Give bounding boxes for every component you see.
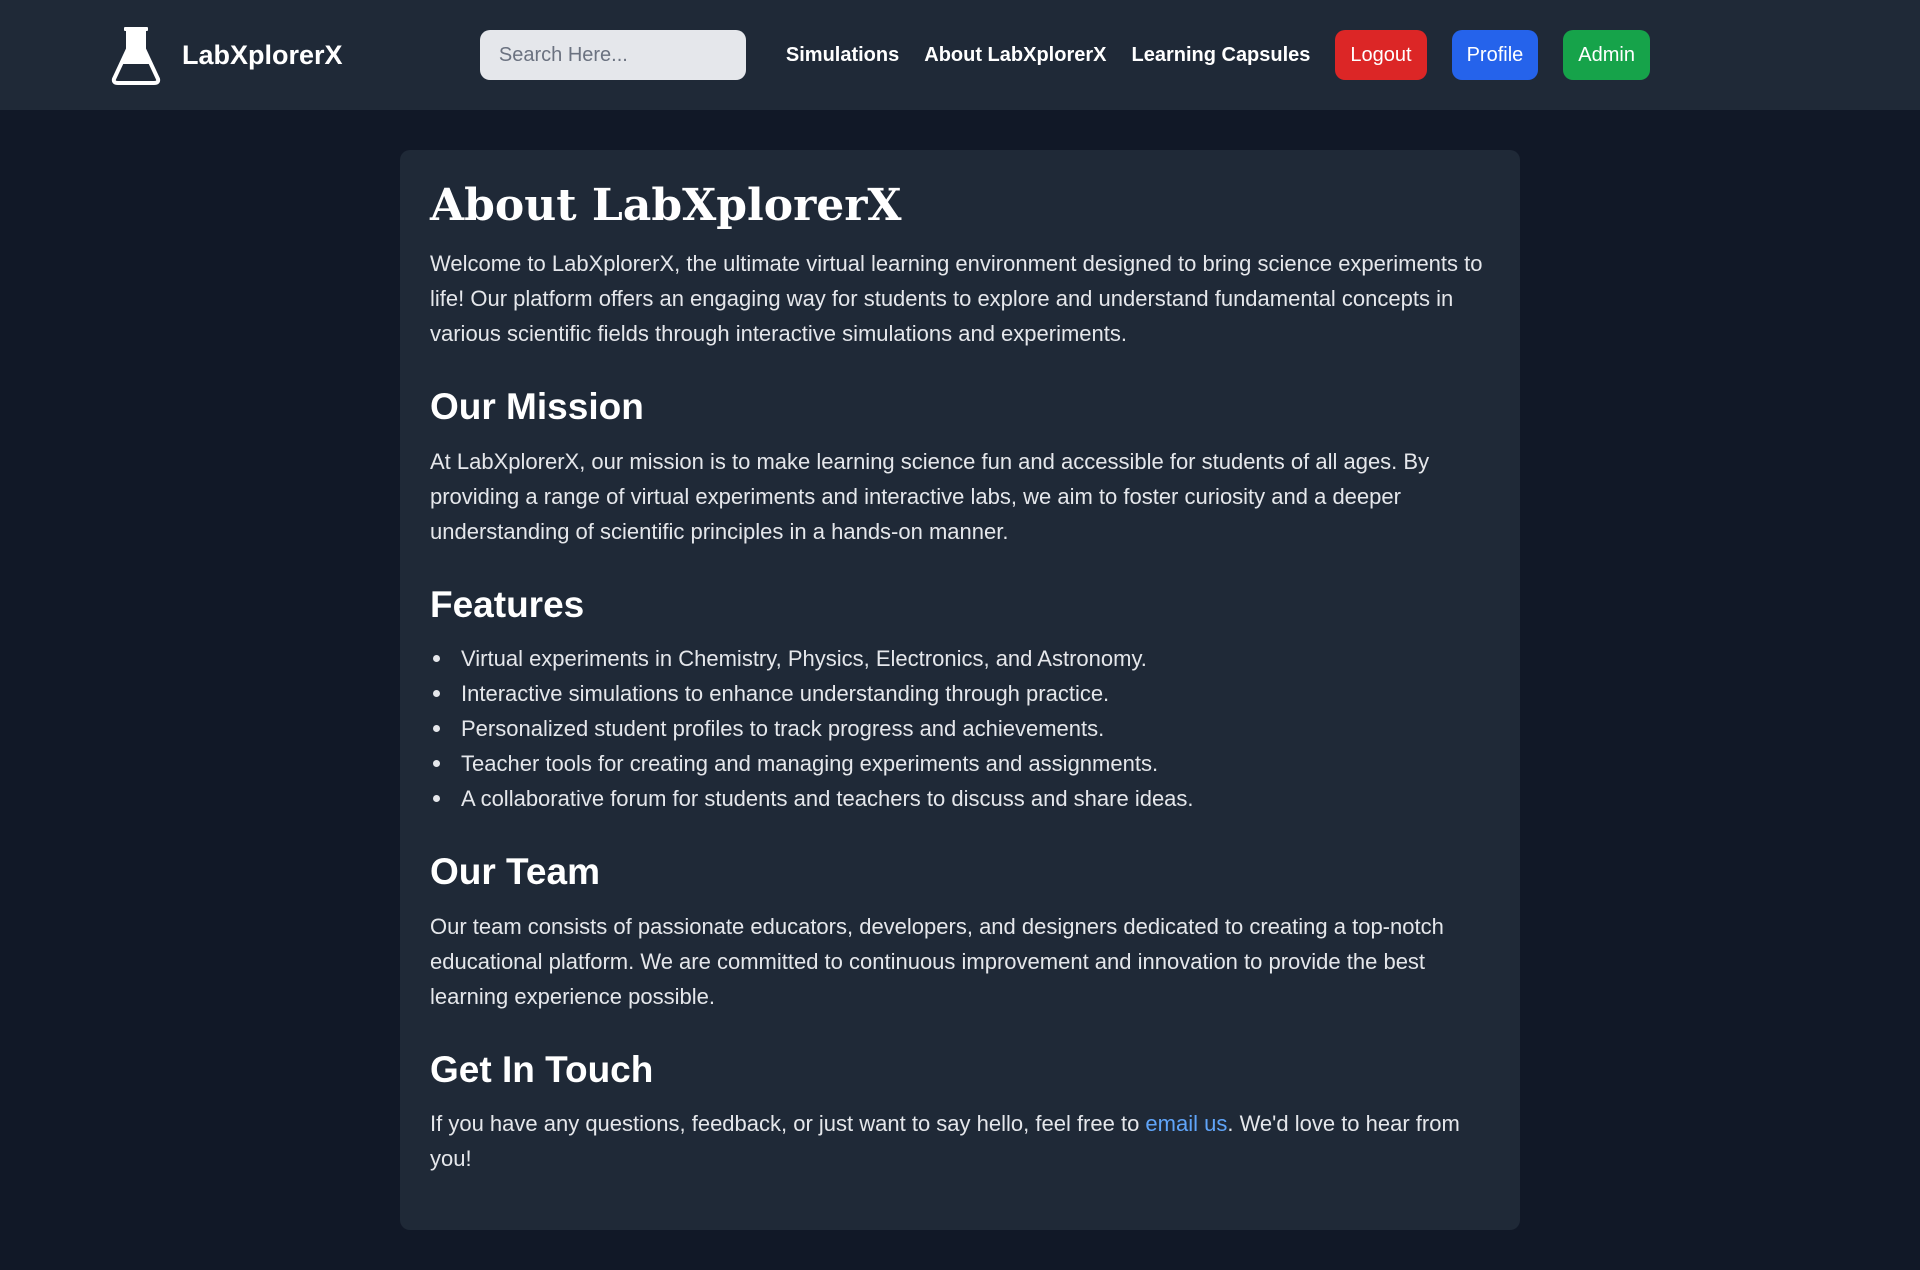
features-heading: Features	[430, 583, 585, 625]
list-item: Virtual experiments in Chemistry, Physic…	[430, 641, 1490, 676]
mission-heading: Our Mission	[430, 386, 644, 428]
contact-text: If you have any questions, feedback, or …	[430, 1106, 1490, 1176]
nav-link-learning-capsules[interactable]: Learning Capsules	[1131, 44, 1310, 67]
intro-text: Welcome to LabXplorerX, the ultimate vir…	[430, 251, 1483, 347]
flask-icon	[111, 27, 161, 85]
team-heading: Our Team	[430, 851, 600, 893]
nav-right: Simulations About LabXplorerX Learning C…	[479, 30, 1650, 80]
logout-button[interactable]: Logout	[1335, 30, 1427, 80]
search-input[interactable]	[498, 43, 764, 67]
page-title: About LabXplorerX	[430, 180, 902, 231]
list-item: Personalized student profiles to track p…	[430, 711, 1490, 746]
contact-heading: Get In Touch	[430, 1048, 654, 1090]
search-box	[479, 30, 764, 80]
nav-link-about[interactable]: About LabXplorerX	[924, 44, 1106, 67]
about-card: About LabXplorerX Welcome to LabXplorerX…	[400, 150, 1520, 1230]
admin-button[interactable]: Admin	[1563, 30, 1650, 80]
brand-name: LabXplorerX	[182, 39, 343, 70]
mission-text: At LabXplorerX, our mission is to make l…	[430, 448, 1430, 544]
team-text: Our team consists of passionate educator…	[430, 913, 1444, 1009]
features-list: Virtual experiments in Chemistry, Physic…	[430, 641, 1490, 816]
nav-link-simulations[interactable]: Simulations	[786, 44, 899, 67]
brand[interactable]: LabXplorerX	[110, 25, 343, 85]
email-link[interactable]: email us	[1145, 1111, 1227, 1136]
contact-text-before: If you have any questions, feedback, or …	[430, 1110, 1146, 1136]
list-item: Teacher tools for creating and managing …	[430, 746, 1490, 781]
list-item: Interactive simulations to enhance under…	[430, 676, 1490, 711]
navbar: LabXplorerX Simulations About LabXplorer…	[0, 0, 1920, 110]
profile-button[interactable]: Profile	[1451, 30, 1539, 80]
list-item: A collaborative forum for students and t…	[430, 781, 1490, 816]
